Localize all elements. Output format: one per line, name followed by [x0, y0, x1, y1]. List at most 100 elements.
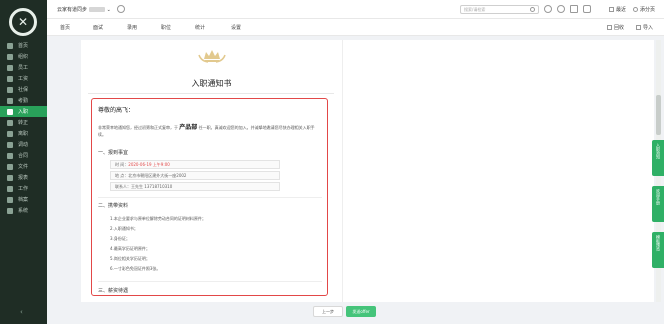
menu-item-settings[interactable]: 设置 — [231, 24, 241, 31]
menu-item-home[interactable]: 首页 — [60, 24, 70, 31]
contact-field[interactable]: 联系人：王先生 13718710310 — [110, 182, 280, 191]
sidebar-item-label: 首页 — [18, 43, 29, 49]
shield-icon — [7, 86, 13, 93]
user-icon[interactable] — [544, 5, 552, 13]
sidebar-item-label: 合同 — [18, 153, 29, 159]
collapse-arrow-icon[interactable]: ‹ — [20, 308, 23, 316]
time-field[interactable]: 时 间：2020-06-19 上午9:00 — [110, 160, 280, 169]
sidebar-item-label: 考勤 — [18, 98, 29, 104]
search-input[interactable]: 搜索/请检索 — [460, 5, 539, 14]
material-item: 4.最高学历证明原件； — [110, 246, 150, 251]
divider — [88, 93, 334, 94]
report-icon — [7, 174, 13, 181]
company-switcher[interactable]: 云家有道同步 ⌄ — [57, 6, 111, 13]
recent-button[interactable]: 最近 — [609, 6, 626, 13]
checkbox-icon — [609, 7, 614, 12]
side-tab-template[interactable]: 模板预览 — [652, 232, 664, 268]
redacted-text — [89, 7, 106, 12]
sidebar-item-contract[interactable]: 合同 — [0, 150, 47, 161]
sidebar-item-attendance[interactable]: 考勤 — [0, 95, 47, 106]
divider — [98, 197, 322, 198]
sidebar-item-label: 文件 — [18, 164, 29, 170]
sidebar-item-label: 组织 — [18, 54, 29, 60]
place-field[interactable]: 地 点：北京市朝阳区建外大街一座2002 — [110, 171, 280, 180]
sidebar-item-home[interactable]: 首页 — [0, 40, 47, 51]
sidebar-item-label: 工作 — [18, 186, 29, 192]
section-title-materials: 二、携带资料 — [98, 203, 129, 209]
switch-button[interactable]: 添分页 — [633, 6, 655, 13]
prev-step-button[interactable]: 上一步 — [313, 306, 343, 317]
briefcase-icon — [7, 185, 13, 192]
search-placeholder: 搜索/请检索 — [464, 7, 486, 12]
import-label: 导入 — [643, 25, 654, 31]
sidebar-item-label: 离职 — [18, 131, 29, 137]
sidebar-item-file[interactable]: 文件 — [0, 161, 47, 172]
import-button[interactable]: 导入 — [636, 24, 653, 31]
sidebar: ✕ 首页 组织 员工 工资 社保 考勤 入职 转正 离职 调动 合同 文件 报表… — [0, 0, 47, 324]
exit-icon — [7, 130, 13, 137]
sidebar-item-onboarding[interactable]: 入职 — [0, 106, 47, 117]
material-item: 6.一寸彩色免冠证件照3张。 — [110, 266, 161, 271]
sidebar-item-staff[interactable]: 员工 — [0, 62, 47, 73]
user-icon — [7, 64, 13, 71]
sidebar-item-salary[interactable]: 工资 — [0, 73, 47, 84]
sidebar-item-org[interactable]: 组织 — [0, 51, 47, 62]
archive-icon — [7, 196, 13, 203]
sidebar-item-insurance[interactable]: 社保 — [0, 84, 47, 95]
side-tab-label: 入职须知 — [656, 143, 661, 159]
mobile-icon[interactable] — [570, 5, 578, 13]
menubar: 首页 面试 录用 职位 统计 设置 回收 导入 — [47, 19, 664, 36]
place-value: 北京市朝阳区建外大街一座2002 — [128, 173, 187, 178]
search-icon — [530, 7, 535, 12]
scrollbar-thumb[interactable] — [656, 95, 661, 135]
onboard-icon — [7, 108, 13, 115]
menu-item-hire[interactable]: 录用 — [127, 24, 137, 31]
sidebar-item-report[interactable]: 报表 — [0, 172, 47, 183]
side-tab-notice[interactable]: 入职须知 — [652, 140, 664, 176]
swap-icon — [7, 141, 13, 148]
sidebar-item-leave[interactable]: 离职 — [0, 128, 47, 139]
preview-pane — [342, 40, 654, 302]
sidebar-item-label: 系统 — [18, 208, 29, 214]
send-offer-button[interactable]: 发送offer — [346, 306, 376, 317]
greeting: 尊敬的高飞： — [98, 107, 135, 114]
side-tab-label: 模板预览 — [656, 235, 661, 251]
sidebar-item-system[interactable]: 系统 — [0, 205, 47, 216]
material-item: 1.本企业要求与原单位解除劳动合同的证明材料原件； — [110, 216, 206, 221]
topbar: 云家有道同步 ⌄ 搜索/请检索 最近 添分页 — [47, 0, 664, 19]
help-icon[interactable] — [557, 5, 565, 13]
recycle-label: 回收 — [614, 25, 625, 31]
badge-icon — [7, 119, 13, 126]
logo-x-icon: ✕ — [17, 15, 29, 29]
material-item: 5.岗位相关学历证明； — [110, 256, 150, 261]
material-item: 2.入职通知书； — [110, 226, 138, 231]
circle-icon — [633, 7, 638, 12]
sidebar-item-transfer[interactable]: 调动 — [0, 139, 47, 150]
wallet-icon — [7, 75, 13, 82]
recent-label: 最近 — [616, 7, 627, 13]
sidebar-item-label: 调动 — [18, 142, 29, 148]
sidebar-item-label: 员工 — [18, 65, 29, 71]
clock-icon — [7, 97, 13, 104]
contact-value: 王先生 13718710310 — [131, 184, 173, 189]
sidebar-item-work[interactable]: 工作 — [0, 183, 47, 194]
sidebar-nav: 首页 组织 员工 工资 社保 考勤 入职 转正 离职 调动 合同 文件 报表 工… — [0, 40, 47, 216]
switch-label: 添分页 — [640, 7, 656, 13]
section-title-report: 一、报到事宜 — [98, 150, 129, 156]
time-label: 时 间： — [115, 162, 129, 167]
sidebar-item-regular[interactable]: 转正 — [0, 117, 47, 128]
recycle-button[interactable]: 回收 — [607, 24, 624, 31]
side-tab-handbook[interactable]: 欢迎手册 — [652, 186, 664, 222]
chevron-down-icon: ⌄ — [106, 7, 111, 13]
org-icon — [7, 53, 13, 60]
bell-icon[interactable] — [583, 5, 591, 13]
sidebar-item-label: 转正 — [18, 120, 29, 126]
menu-item-stats[interactable]: 统计 — [195, 24, 205, 31]
settings-icon[interactable] — [117, 5, 125, 13]
menu-item-interview[interactable]: 面试 — [93, 24, 103, 31]
crown-laurel-icon — [198, 50, 226, 63]
menu-item-position[interactable]: 职位 — [161, 24, 171, 31]
app-logo[interactable]: ✕ — [9, 8, 37, 36]
sidebar-item-archive[interactable]: 档案 — [0, 194, 47, 205]
document-title: 入职通知书 — [191, 79, 232, 88]
